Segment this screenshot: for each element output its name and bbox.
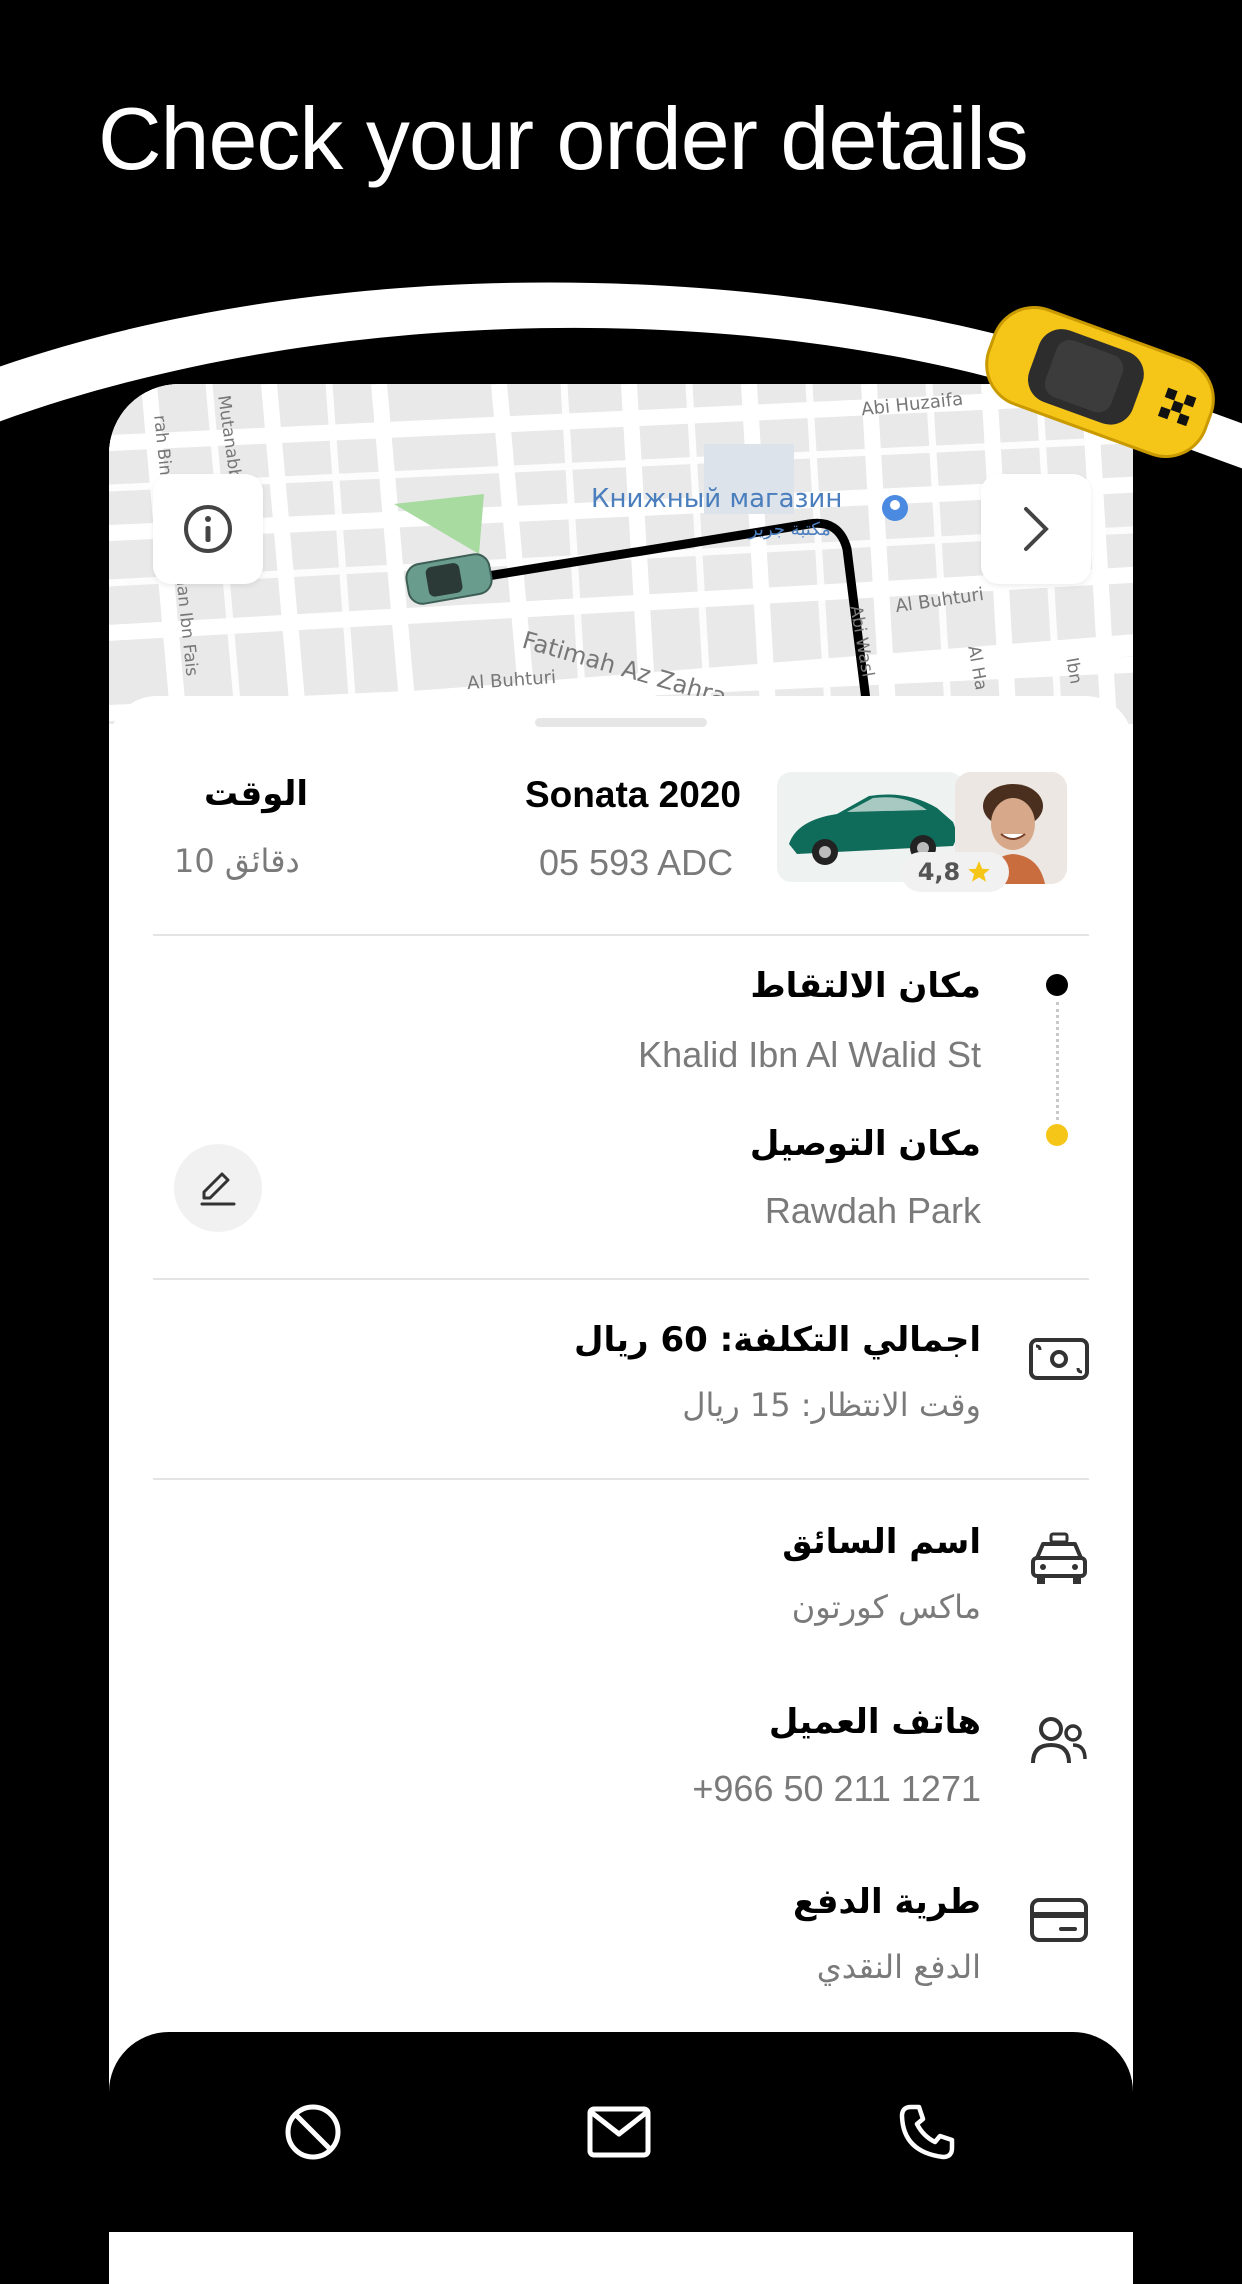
plate-number: 05 593 ADC bbox=[539, 842, 734, 883]
card-icon bbox=[1030, 1898, 1088, 1942]
driver-label: اسم السائق bbox=[782, 1522, 981, 1562]
waiting-cost: وقت الانتظار: 15 ريال bbox=[682, 1386, 981, 1424]
payment-label: طرية الدفع bbox=[793, 1882, 981, 1922]
action-bar bbox=[109, 2032, 1133, 2232]
users-icon bbox=[1031, 1717, 1087, 1764]
poi-label: Книжный магазин bbox=[591, 484, 843, 514]
chevron-right-icon bbox=[1024, 507, 1049, 551]
cancel-icon bbox=[285, 2104, 341, 2160]
sheet-grabber[interactable] bbox=[535, 718, 707, 727]
cancel-button[interactable] bbox=[253, 2082, 373, 2182]
next-button[interactable] bbox=[981, 474, 1091, 584]
pickup-label: مكان الالتقاط bbox=[750, 966, 981, 1006]
customer-phone-label: هاتف العميل bbox=[768, 1702, 981, 1742]
customer-icon-wrap bbox=[1027, 1708, 1091, 1772]
mail-icon bbox=[587, 2106, 651, 2158]
car-model: Sonata 2020 bbox=[525, 774, 741, 815]
message-button[interactable] bbox=[559, 2082, 679, 2182]
driver-name: ماكس كورتون bbox=[791, 1588, 981, 1626]
rating-badge: 4,8 bbox=[901, 852, 1009, 892]
edit-route-button[interactable] bbox=[174, 1144, 262, 1232]
call-button[interactable] bbox=[867, 2082, 987, 2182]
poi-label-ar: مكتبة جرير bbox=[749, 519, 831, 540]
edit-icon bbox=[200, 1172, 236, 1206]
dropoff-value: Rawdah Park bbox=[764, 1190, 981, 1231]
divider bbox=[153, 1478, 1089, 1480]
info-button[interactable] bbox=[153, 474, 263, 584]
divider bbox=[153, 1278, 1089, 1280]
dropoff-label: مكان التوصيل bbox=[749, 1124, 981, 1164]
payment-icon-wrap bbox=[1027, 1888, 1091, 1952]
pickup-value: Khalid Ibn Al Walid St bbox=[638, 1034, 981, 1075]
cost-icon-wrap bbox=[1027, 1326, 1091, 1390]
time-value: 10 دقائق bbox=[174, 842, 300, 880]
cash-icon bbox=[1029, 1338, 1089, 1380]
phone-frame: Книжный магазин مكتبة جرير Fatimah Az Za… bbox=[109, 384, 1133, 2284]
star-icon bbox=[968, 861, 991, 882]
info-icon bbox=[184, 505, 232, 553]
payment-method: الدفع النقدي bbox=[816, 1948, 981, 1986]
driver-icon-wrap bbox=[1027, 1528, 1091, 1592]
taxi-car-illustration bbox=[985, 306, 1215, 458]
route-timeline bbox=[1045, 974, 1069, 1146]
page-title: Check your order details bbox=[98, 89, 1029, 188]
divider bbox=[153, 934, 1089, 936]
taxi-icon bbox=[1031, 1532, 1087, 1584]
rating-value: 4,8 bbox=[917, 858, 961, 886]
customer-phone[interactable]: +966 50 211 1271 bbox=[692, 1768, 981, 1810]
total-cost: اجمالي التكلفة: 60 ريال bbox=[574, 1320, 981, 1360]
phone-icon bbox=[899, 2104, 955, 2160]
time-label: الوقت bbox=[204, 774, 308, 814]
